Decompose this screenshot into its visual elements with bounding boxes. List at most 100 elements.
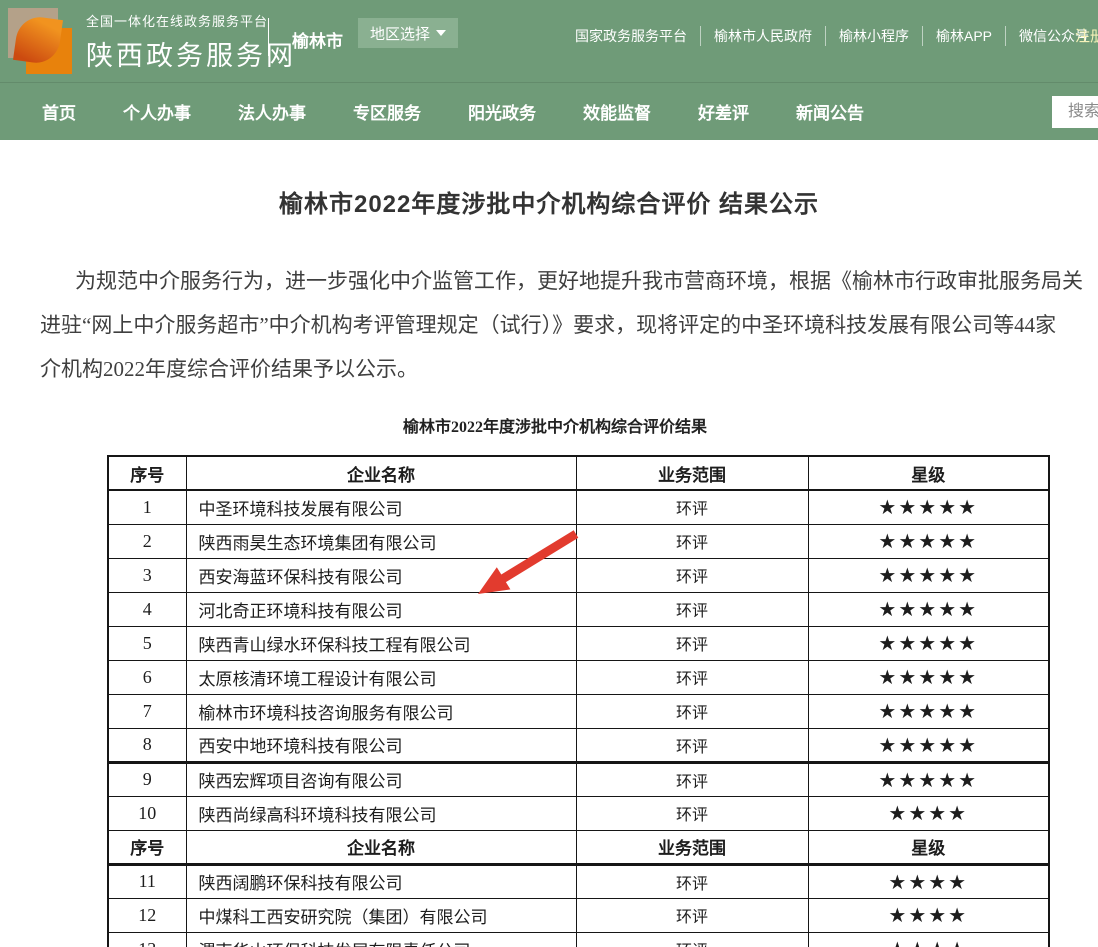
search-box bbox=[1052, 96, 1098, 128]
cell-name: 陕西阔鹏环保科技有限公司 bbox=[186, 864, 576, 898]
table-row: 2陕西雨昊生态环境集团有限公司环评★★★★★ bbox=[108, 524, 1049, 558]
cell-scope: 环评 bbox=[576, 796, 808, 830]
table-row: 9陕西宏辉项目咨询有限公司环评★★★★★ bbox=[108, 762, 1049, 796]
cell-stars: ★★★★★ bbox=[808, 660, 1049, 694]
register-link[interactable]: 注册 bbox=[1075, 25, 1098, 46]
table-row: 1中圣环境科技发展有限公司环评★★★★★ bbox=[108, 490, 1049, 524]
cell-stars: ★★★★★ bbox=[808, 592, 1049, 626]
cell-name: 陕西尚绿高科环境科技有限公司 bbox=[186, 796, 576, 830]
cell-scope: 环评 bbox=[576, 898, 808, 932]
cell-no: 3 bbox=[108, 558, 186, 592]
table-row: 6太原核清环境工程设计有限公司环评★★★★★ bbox=[108, 660, 1049, 694]
link-national-platform[interactable]: 国家政务服务平台 bbox=[562, 26, 701, 46]
column-header: 业务范围 bbox=[576, 456, 808, 490]
table-row: 5陕西青山绿水环保科技工程有限公司环评★★★★★ bbox=[108, 626, 1049, 660]
region-selector-button[interactable]: 地区选择 bbox=[358, 18, 458, 48]
current-city-label: 榆林市 bbox=[292, 27, 343, 52]
cell-stars: ★★★★★ bbox=[808, 524, 1049, 558]
nav-item-news[interactable]: 新闻公告 bbox=[796, 99, 864, 124]
link-yulin-app[interactable]: 榆林APP bbox=[923, 26, 1006, 46]
cell-name: 河北奇正环境科技有限公司 bbox=[186, 592, 576, 626]
paragraph-line: 为规范中介服务行为，进一步强化中介监管工作，更好地提升我市营商环境，根据《榆林市… bbox=[40, 259, 1098, 303]
cell-stars: ★★★★ bbox=[808, 932, 1049, 947]
column-header: 企业名称 bbox=[186, 830, 576, 864]
table-caption: 榆林市2022年度涉批中介机构综合评价结果 bbox=[0, 413, 1098, 437]
nav-item-zone-services[interactable]: 专区服务 bbox=[353, 99, 421, 124]
cell-stars: ★★★★★ bbox=[808, 490, 1049, 524]
cell-stars: ★★★★★ bbox=[808, 626, 1049, 660]
nav-item-efficiency[interactable]: 效能监督 bbox=[583, 99, 651, 124]
cell-no: 10 bbox=[108, 796, 186, 830]
cell-scope: 环评 bbox=[576, 490, 808, 524]
cell-scope: 环评 bbox=[576, 558, 808, 592]
cell-stars: ★★★★ bbox=[808, 898, 1049, 932]
page: { "header": { "platform_name": "全国一体化在线政… bbox=[0, 0, 1098, 947]
table-row: 12中煤科工西安研究院（集团）有限公司环评★★★★ bbox=[108, 898, 1049, 932]
table-row: 11陕西阔鹏环保科技有限公司环评★★★★ bbox=[108, 864, 1049, 898]
column-header: 序号 bbox=[108, 830, 186, 864]
table-row: 4河北奇正环境科技有限公司环评★★★★★ bbox=[108, 592, 1049, 626]
table-row: 7榆林市环境科技咨询服务有限公司环评★★★★★ bbox=[108, 694, 1049, 728]
results-table: 序号企业名称业务范围星级1中圣环境科技发展有限公司环评★★★★★2陕西雨昊生态环… bbox=[107, 455, 1050, 947]
nav-item-personal[interactable]: 个人办事 bbox=[123, 99, 191, 124]
cell-no: 6 bbox=[108, 660, 186, 694]
cell-no: 9 bbox=[108, 762, 186, 796]
cell-name: 陕西青山绿水环保科技工程有限公司 bbox=[186, 626, 576, 660]
nav-item-legal-person[interactable]: 法人办事 bbox=[238, 99, 306, 124]
column-header: 星级 bbox=[808, 456, 1049, 490]
header-divider bbox=[268, 18, 269, 56]
search-input[interactable] bbox=[1052, 96, 1098, 128]
cell-name: 榆林市环境科技咨询服务有限公司 bbox=[186, 694, 576, 728]
cell-scope: 环评 bbox=[576, 864, 808, 898]
cell-stars: ★★★★★ bbox=[808, 762, 1049, 796]
site-name: 陕西政务服务网 bbox=[86, 34, 296, 73]
page-title: 榆林市2022年度涉批中介机构综合评价 结果公示 bbox=[0, 184, 1098, 219]
column-header: 序号 bbox=[108, 456, 186, 490]
cell-no: 7 bbox=[108, 694, 186, 728]
link-yulin-government[interactable]: 榆林市人民政府 bbox=[701, 26, 826, 46]
header-links: 国家政务服务平台 榆林市人民政府 榆林小程序 榆林APP 微信公众号 bbox=[562, 26, 1098, 46]
cell-stars: ★★★★★ bbox=[808, 694, 1049, 728]
cell-no: 1 bbox=[108, 490, 186, 524]
cell-name: 中煤科工西安研究院（集团）有限公司 bbox=[186, 898, 576, 932]
cell-stars: ★★★★★ bbox=[808, 558, 1049, 592]
cell-scope: 环评 bbox=[576, 626, 808, 660]
cell-name: 西安中地环境科技有限公司 bbox=[186, 728, 576, 762]
cell-no: 5 bbox=[108, 626, 186, 660]
paragraph-line: 进驻“网上中介服务超市”中介机构考评管理规定（试行）》要求，现将评定的中圣环境科… bbox=[40, 303, 1098, 347]
region-selector-label: 地区选择 bbox=[370, 23, 430, 44]
nav-item-home[interactable]: 首页 bbox=[42, 99, 76, 124]
cell-stars: ★★★★ bbox=[808, 796, 1049, 830]
cell-scope: 环评 bbox=[576, 592, 808, 626]
column-header: 企业名称 bbox=[186, 456, 576, 490]
announcement-article: 榆林市2022年度涉批中介机构综合评价 结果公示 为规范中介服务行为，进一步强化… bbox=[0, 184, 1098, 947]
table-row: 3西安海蓝环保科技有限公司环评★★★★★ bbox=[108, 558, 1049, 592]
cell-no: 13 bbox=[108, 932, 186, 947]
table-row: 8西安中地环境科技有限公司环评★★★★★ bbox=[108, 728, 1049, 762]
table-row: 13渭南华山环保科技发展有限责任公司环评★★★★ bbox=[108, 932, 1049, 947]
cell-scope: 环评 bbox=[576, 694, 808, 728]
cell-scope: 环评 bbox=[576, 524, 808, 558]
column-header: 业务范围 bbox=[576, 830, 808, 864]
nav-item-ratings[interactable]: 好差评 bbox=[698, 99, 749, 124]
cell-name: 陕西雨昊生态环境集团有限公司 bbox=[186, 524, 576, 558]
link-yulin-miniprogram[interactable]: 榆林小程序 bbox=[826, 26, 923, 46]
table-header-row: 序号企业名称业务范围星级 bbox=[108, 830, 1049, 864]
column-header: 星级 bbox=[808, 830, 1049, 864]
table-row: 10陕西尚绿高科环境科技有限公司环评★★★★ bbox=[108, 796, 1049, 830]
cell-no: 4 bbox=[108, 592, 186, 626]
cell-no: 8 bbox=[108, 728, 186, 762]
cell-no: 12 bbox=[108, 898, 186, 932]
cell-name: 陕西宏辉项目咨询有限公司 bbox=[186, 762, 576, 796]
platform-name: 全国一体化在线政务服务平台 bbox=[86, 11, 296, 30]
cell-scope: 环评 bbox=[576, 728, 808, 762]
cell-name: 西安海蓝环保科技有限公司 bbox=[186, 558, 576, 592]
site-logo[interactable] bbox=[8, 8, 72, 74]
table-header-row: 序号企业名称业务范围星级 bbox=[108, 456, 1049, 490]
main-nav: 首页 个人办事 法人办事 专区服务 阳光政务 效能监督 好差评 新闻公告 bbox=[0, 82, 1098, 140]
cell-scope: 环评 bbox=[576, 660, 808, 694]
nav-item-transparent-gov[interactable]: 阳光政务 bbox=[468, 99, 536, 124]
cell-name: 渭南华山环保科技发展有限责任公司 bbox=[186, 932, 576, 947]
cell-scope: 环评 bbox=[576, 932, 808, 947]
paragraph-line: 介机构2022年度综合评价结果予以公示。 bbox=[40, 347, 1098, 391]
